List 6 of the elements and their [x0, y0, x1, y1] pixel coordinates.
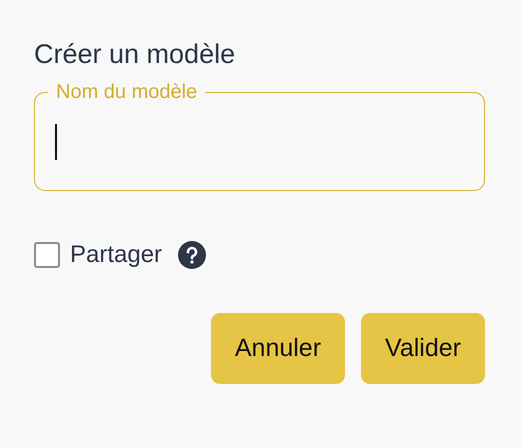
share-checkbox[interactable]: [34, 242, 60, 268]
dialog-button[interactable]: Annuler: [210, 313, 346, 384]
dialog-title: Créer un modèle: [34, 38, 236, 71]
dialog-button[interactable]: Valider: [361, 313, 485, 384]
help-icon[interactable]: [178, 241, 206, 269]
share-label: Partager: [70, 241, 162, 269]
